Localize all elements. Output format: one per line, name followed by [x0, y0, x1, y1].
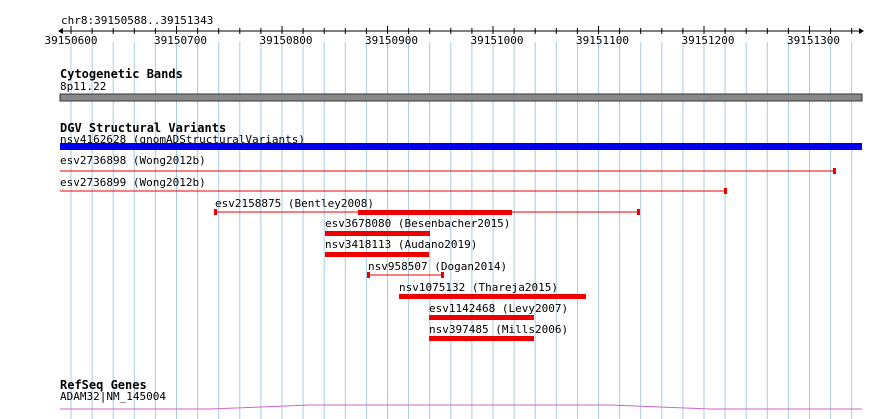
ruler-tick-label: 39151300	[787, 34, 840, 47]
dgv-feature-endcap	[833, 168, 836, 174]
dgv-feature-endcap	[441, 272, 444, 278]
dgv-feature-label: esv1142468 (Levy2007)	[429, 302, 568, 315]
ruler-tick-label: 39151100	[576, 34, 629, 47]
cytoband-bar[interactable]	[59, 93, 863, 102]
dgv-feature-endcap	[637, 209, 640, 215]
dgv-feature-label: nsv958507 (Dogan2014)	[368, 260, 507, 273]
ruler-tick-label: 39150900	[365, 34, 418, 47]
dgv-feature-block[interactable]	[429, 336, 534, 341]
dgv-feature-label: esv3678080 (Besenbacher2015)	[325, 217, 510, 230]
gene-label: ADAM32|NM_145004	[60, 390, 166, 403]
dgv-feature-label: nsv397485 (Mills2006)	[429, 323, 568, 336]
genome-browser-view[interactable]: chr8:39150588..39151343 39150600 39150700…	[0, 0, 890, 419]
dgv-feature-endcap	[724, 188, 727, 194]
dgv-feature-label: esv2736899 (Wong2012b)	[60, 176, 206, 189]
dgv-feature-label: esv2158875 (Bentley2008)	[215, 197, 374, 210]
ruler-tick-label: 39151200	[682, 34, 735, 47]
dgv-feature-block[interactable]	[325, 252, 429, 257]
dgv-feature-label: esv2736898 (Wong2012b)	[60, 154, 206, 167]
dgv-feature-label: nsv3418113 (Audano2019)	[325, 238, 477, 251]
dgv-feature-block[interactable]	[325, 231, 430, 236]
background	[0, 0, 890, 419]
dgv-feature-label: nsv1075132 (Thareja2015)	[399, 281, 558, 294]
ruler-tick-label: 39150600	[45, 34, 98, 47]
ruler-tick-label: 39151000	[471, 34, 524, 47]
dgv-feature-block[interactable]	[399, 294, 586, 299]
ruler-tick-label: 39150800	[260, 34, 313, 47]
dgv-feature[interactable]: nsv1075132 (Thareja2015)	[399, 281, 586, 299]
dgv-feature-block[interactable]	[358, 210, 512, 215]
dgv-feature-endcap	[367, 272, 370, 278]
location-label: chr8:39150588..39151343	[61, 14, 213, 27]
cytoband-track-title: Cytogenetic Bands	[60, 67, 183, 81]
dgv-feature-block[interactable]	[429, 315, 534, 320]
ruler-tick-label: 39150700	[154, 34, 207, 47]
dgv-feature-block[interactable]	[60, 143, 862, 150]
dgv-feature-endcap	[214, 209, 217, 215]
cytoband-label: 8p11.22	[60, 80, 106, 93]
